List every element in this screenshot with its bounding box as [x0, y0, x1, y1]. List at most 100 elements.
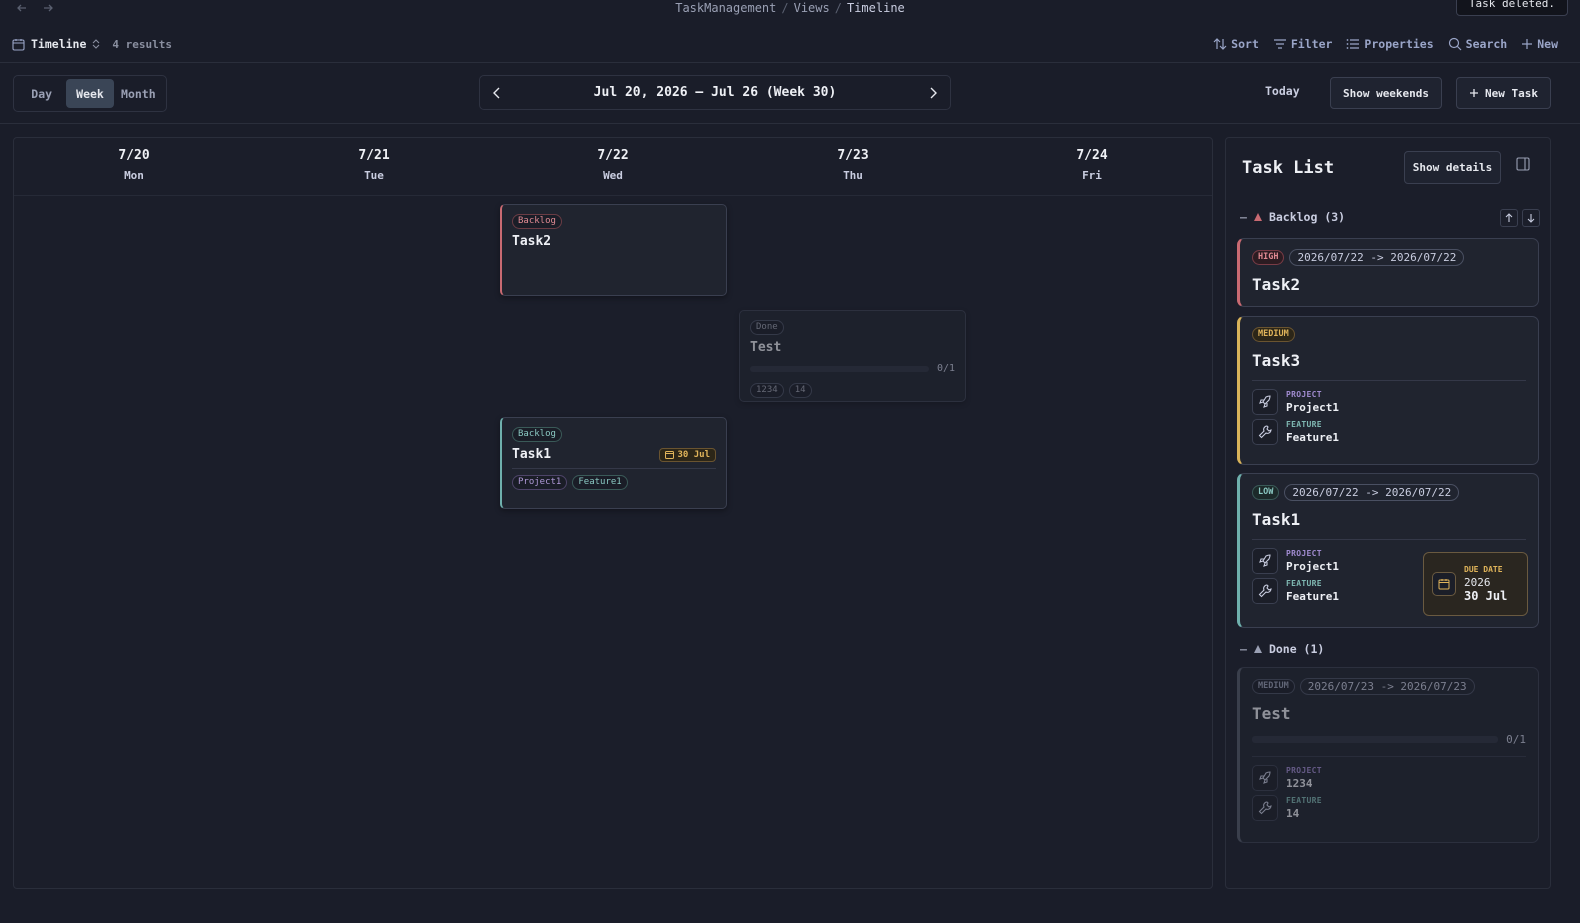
- list-card-title: Task1: [1252, 510, 1301, 529]
- calendar-card-task1[interactable]: Backlog Task1 30 Jul Project1 Feature1: [500, 417, 727, 509]
- card-title: Task2: [512, 234, 552, 249]
- project-meta: PROJECT Project1: [1252, 389, 1526, 415]
- group-sort-buttons: [1500, 209, 1540, 227]
- card-divider: [1252, 539, 1526, 540]
- toast-notification: Task deleted.: [1455, 0, 1568, 16]
- calendar-card-task2[interactable]: Backlog Task2: [500, 204, 727, 296]
- properties-button[interactable]: Properties: [1346, 37, 1434, 51]
- new-task-button[interactable]: New Task: [1456, 77, 1551, 109]
- priority-pill: HIGH: [1252, 250, 1285, 265]
- triangle-icon: [1253, 644, 1263, 654]
- list-card-task2[interactable]: HIGH 2026/07/22 -> 2026/07/22 Task2: [1237, 238, 1539, 307]
- triangle-icon: [1253, 212, 1263, 222]
- week-range-label: Jul 20, 2026 – Jul 26 (Week 30): [593, 85, 837, 100]
- progress-bar: [750, 365, 929, 372]
- wrench-icon: [1252, 578, 1278, 604]
- sort-up-icon[interactable]: [1500, 209, 1518, 227]
- priority-pill: LOW: [1252, 485, 1280, 500]
- plus-icon: [1521, 38, 1533, 50]
- filter-icon: [1273, 37, 1287, 51]
- tag-pill: 14: [788, 383, 812, 398]
- date-range: 2026/07/22 -> 2026/07/22: [1284, 484, 1460, 501]
- list-card-task3[interactable]: MEDIUM Task3 PROJECT Project1 FEATURE Feat…: [1237, 316, 1539, 465]
- tag-pill: 1234: [750, 383, 784, 398]
- progress-text: 0/1: [1506, 733, 1526, 746]
- progress-text: 0/1: [936, 363, 955, 374]
- date-range: 2026/07/23 -> 2026/07/23: [1299, 678, 1475, 695]
- filter-button[interactable]: Filter: [1273, 37, 1332, 51]
- group-header-backlog[interactable]: – Backlog (3): [1240, 210, 1345, 224]
- calendar-icon: [665, 450, 675, 459]
- timeline-calendar: 7/20 Mon 7/21 Tue 7/22 Wed 7/23 Thu 7/24…: [13, 137, 1213, 889]
- plus-icon: [1469, 88, 1479, 98]
- status-pill: Backlog: [512, 427, 562, 442]
- card-divider: [1252, 756, 1526, 757]
- sort-button[interactable]: Sort: [1213, 37, 1259, 51]
- status-pill: Done: [750, 320, 784, 335]
- due-date-chip: 30 Jul: [659, 447, 716, 462]
- view-range-segment: Day Week Month: [13, 75, 167, 112]
- show-details-button[interactable]: Show details: [1404, 151, 1501, 184]
- search-icon: [1448, 37, 1462, 51]
- priority-pill: MEDIUM: [1252, 327, 1295, 342]
- panel-title: Task List: [1242, 158, 1335, 178]
- list-card-task1[interactable]: LOW 2026/07/22 -> 2026/07/22 Task1 PROJE…: [1237, 473, 1539, 628]
- calendar-header-divider: [14, 195, 1212, 196]
- list-card-title: Task2: [1252, 275, 1301, 294]
- segment-week[interactable]: Week: [66, 79, 114, 108]
- feature-tag: Feature1: [572, 475, 628, 490]
- feature-meta: FEATURE Feature1: [1252, 419, 1526, 445]
- sidebar-toggle-icon[interactable]: [1516, 157, 1530, 171]
- calendar-icon: [1432, 572, 1456, 596]
- updown-chevron-icon: [92, 39, 100, 49]
- view-switcher[interactable]: Timeline: [31, 37, 100, 51]
- list-card-title: Task3: [1252, 351, 1301, 370]
- date-range: 2026/07/22 -> 2026/07/22: [1289, 249, 1465, 266]
- project-tag: Project1: [512, 475, 568, 490]
- search-button[interactable]: Search: [1448, 37, 1507, 51]
- list-card-title: Test: [1252, 704, 1291, 723]
- wrench-icon: [1252, 795, 1278, 821]
- day-header-wed: 7/22 Wed: [597, 148, 629, 182]
- breadcrumb-views[interactable]: Views: [794, 1, 830, 15]
- due-date-box: DUE DATE 2026 30 Jul: [1423, 552, 1528, 616]
- segment-day[interactable]: Day: [17, 79, 66, 108]
- feature-meta: FEATURE 14: [1252, 795, 1526, 821]
- breadcrumb-current: Timeline: [846, 1, 905, 15]
- results-count: 4 results: [112, 37, 172, 51]
- card-title: Task1: [512, 447, 552, 462]
- next-week-chevron-icon[interactable]: [928, 87, 938, 99]
- priority-pill: MEDIUM: [1252, 679, 1295, 694]
- new-button[interactable]: New: [1521, 37, 1558, 51]
- day-header-tue: 7/21 Tue: [358, 148, 390, 182]
- day-header-thu: 7/23 Thu: [837, 148, 869, 182]
- prev-week-chevron-icon[interactable]: [492, 87, 502, 99]
- rocket-icon: [1252, 548, 1278, 574]
- today-button[interactable]: Today: [1265, 84, 1300, 98]
- status-pill: Backlog: [512, 214, 562, 229]
- week-navigator: Jul 20, 2026 – Jul 26 (Week 30): [479, 75, 951, 110]
- card-title: Test: [750, 340, 782, 355]
- list-icon: [1346, 37, 1360, 51]
- progress-bar: [1252, 736, 1499, 743]
- calendar-icon: [12, 38, 25, 51]
- breadcrumb: TaskManagement / Views / Timeline: [675, 1, 905, 15]
- sort-icon: [1213, 37, 1227, 51]
- card-divider: [1252, 380, 1526, 381]
- day-header-mon: 7/20 Mon: [118, 148, 150, 182]
- project-meta: PROJECT 1234: [1252, 765, 1526, 791]
- actions-bar: Sort Filter Properties Search New: [1213, 34, 1558, 54]
- header-divider: [0, 62, 1580, 63]
- show-weekends-button[interactable]: Show weekends: [1330, 77, 1442, 109]
- list-card-test[interactable]: MEDIUM 2026/07/23 -> 2026/07/23 Test 0/1…: [1237, 667, 1539, 843]
- calendar-card-test[interactable]: Done Test 0/1 1234 14: [739, 310, 966, 402]
- group-header-done[interactable]: – Done (1): [1240, 642, 1324, 656]
- toolbar-divider: [0, 123, 1580, 124]
- segment-month[interactable]: Month: [114, 79, 163, 108]
- day-header-fri: 7/24 Fri: [1076, 148, 1108, 182]
- card-divider: [512, 468, 716, 469]
- task-list-panel: Task List Show details – Backlog (3) HIG…: [1225, 137, 1551, 889]
- view-bar: Timeline 4 results: [12, 34, 172, 54]
- sort-down-icon[interactable]: [1522, 209, 1540, 227]
- breadcrumb-root[interactable]: TaskManagement: [675, 1, 776, 15]
